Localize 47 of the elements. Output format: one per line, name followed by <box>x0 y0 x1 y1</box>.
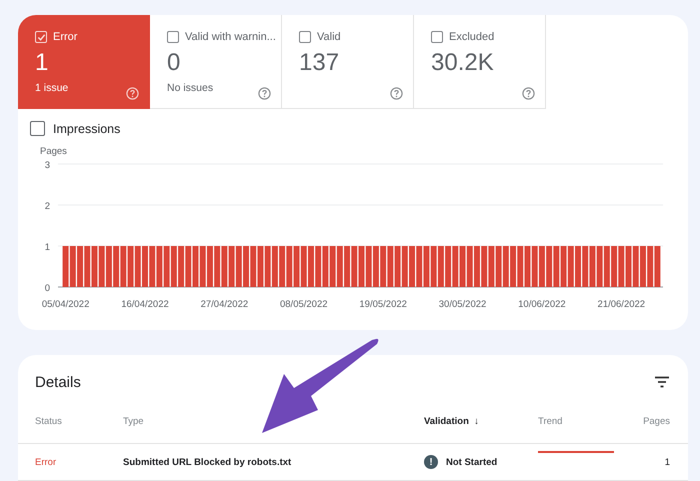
axis-label: 0 <box>44 283 50 294</box>
tile-count: 30.2K <box>431 49 495 77</box>
tile-caption: No issues <box>167 82 214 94</box>
tile-count: 1 <box>35 49 50 77</box>
tile-label: Excluded <box>449 31 494 43</box>
filter-icon[interactable] <box>654 376 670 388</box>
summary-tile[interactable]: Valid with warnin... 0 No issues <box>150 15 282 109</box>
help-icon[interactable] <box>258 87 271 100</box>
axis-label: 19/05/2022 <box>359 299 407 310</box>
tile-count: 0 <box>167 49 182 77</box>
table-cell-text: 1 <box>664 456 670 468</box>
help-icon[interactable] <box>522 87 535 100</box>
tile-label: Valid with warnin... <box>185 31 276 43</box>
axis-title: Pages <box>40 146 67 157</box>
table-cell-text: Submitted URL Blocked by robots.txt <box>123 456 292 468</box>
tile-label: Valid <box>317 31 341 43</box>
checkbox[interactable] <box>30 121 45 136</box>
alert-icon: ! <box>424 455 438 469</box>
checkbox-label: Impressions <box>53 122 120 136</box>
checkbox[interactable] <box>431 31 443 43</box>
summary-tile[interactable]: Excluded 30.2K <box>414 15 546 109</box>
column-header[interactable]: Type <box>123 416 424 426</box>
tile-caption: 1 issue <box>35 82 68 94</box>
table-row[interactable]: Error Submitted URL Blocked by robots.txt ! Not Started 1 <box>18 444 688 481</box>
column-header[interactable]: Pages <box>634 416 670 426</box>
column-header[interactable]: Validation ↓ <box>424 416 538 426</box>
checkbox[interactable] <box>299 31 311 43</box>
axis-label: 16/04/2022 <box>121 299 169 310</box>
axis-label: 1 <box>44 242 50 253</box>
table-cell-text: Error <box>35 456 58 468</box>
axis-label: 05/04/2022 <box>42 299 90 310</box>
tile-label: Error <box>53 31 78 43</box>
axis-label: 10/06/2022 <box>518 299 566 310</box>
column-header[interactable]: Trend <box>538 416 634 426</box>
table-cell: Not Started <box>446 456 498 468</box>
summary-tile[interactable]: Valid 137 <box>282 15 414 109</box>
help-icon[interactable] <box>390 87 403 100</box>
axis-label: 3 <box>44 160 50 171</box>
axis-label: 2 <box>44 201 50 212</box>
section-title: Details <box>35 374 81 390</box>
column-header[interactable]: Status <box>35 416 123 426</box>
axis-label: 30/05/2022 <box>438 299 486 310</box>
tile-count: 137 <box>299 49 340 77</box>
axis-label: 27/04/2022 <box>200 299 248 310</box>
axis-label: 08/05/2022 <box>280 299 328 310</box>
checkbox[interactable] <box>167 31 179 43</box>
axis-label: 21/06/2022 <box>598 299 646 310</box>
